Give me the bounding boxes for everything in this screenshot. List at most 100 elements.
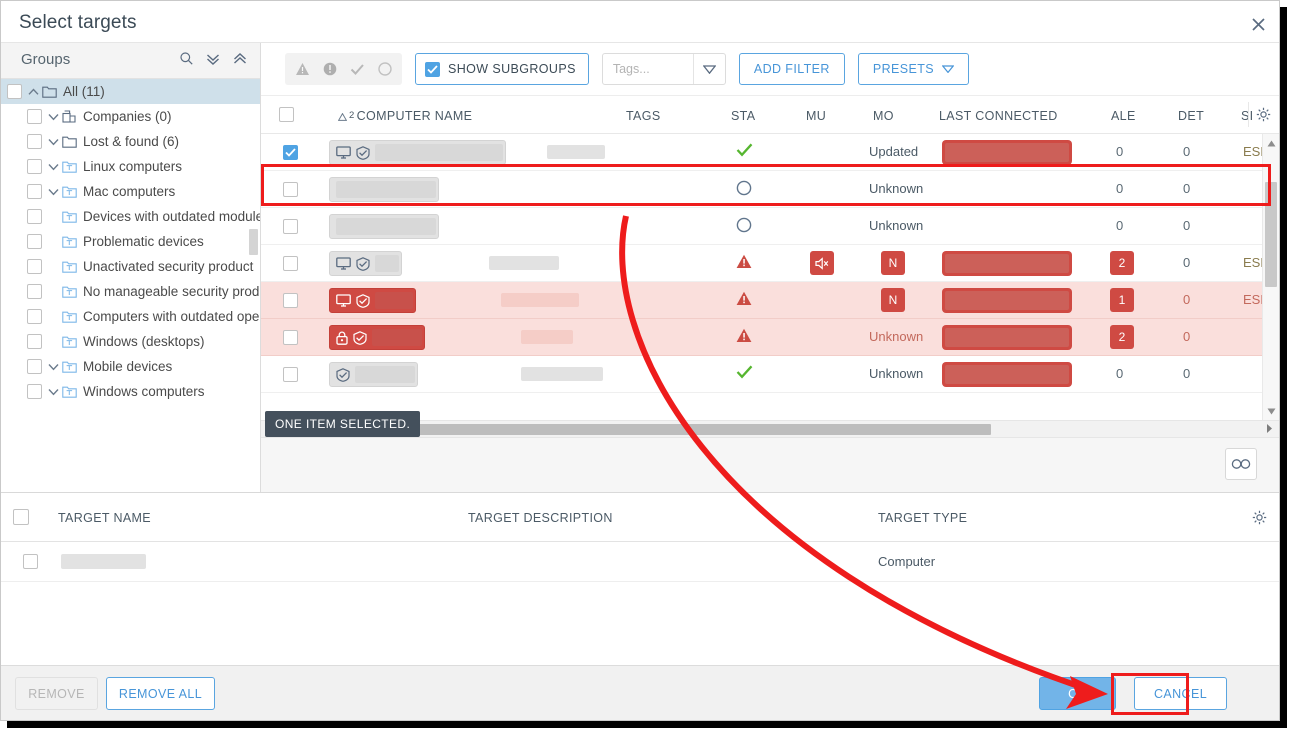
tree-item-checkbox[interactable] xyxy=(27,284,42,299)
targets-column-header[interactable]: TARGET TYPE xyxy=(878,511,967,525)
chevron-down-icon[interactable] xyxy=(46,388,60,396)
targets-row-checkbox[interactable] xyxy=(23,554,38,569)
tags-input[interactable]: Tags... xyxy=(602,53,726,85)
column-header-name[interactable]: 2COMPUTER NAME xyxy=(338,109,472,123)
column-header-status[interactable]: STA xyxy=(731,109,755,123)
targets-select-all-checkbox[interactable] xyxy=(13,509,29,525)
show-subgroups-toggle[interactable]: SHOW SUBGROUPS xyxy=(415,53,589,85)
sidebar-item-unactivated-security-product[interactable]: Unactivated security product xyxy=(1,254,260,279)
sidebar-item-computers-with-outdated-operating[interactable]: Computers with outdated operating xyxy=(1,304,260,329)
chevron-down-icon[interactable] xyxy=(46,363,60,371)
row-checkbox[interactable] xyxy=(283,219,298,234)
chevron-down-icon[interactable] xyxy=(46,188,60,196)
tree-item-checkbox[interactable] xyxy=(27,259,42,274)
redacted-name xyxy=(375,255,399,272)
sidebar-item-problematic-devices[interactable]: Problematic devices xyxy=(1,229,260,254)
column-header-mute[interactable]: MU xyxy=(806,109,826,123)
sidebar-item-linux-computers[interactable]: Linux computers xyxy=(1,154,260,179)
computer-name-cell[interactable] xyxy=(329,325,425,350)
column-header-modules[interactable]: MO xyxy=(873,109,894,123)
sidebar-item-mac-computers[interactable]: Mac computers xyxy=(1,179,260,204)
scroll-right-arrow[interactable] xyxy=(1266,423,1273,434)
sidebar-item-companies-0[interactable]: Companies (0) xyxy=(1,104,260,129)
table-row[interactable]: Unknown00 xyxy=(261,208,1279,245)
gear-icon[interactable] xyxy=(1252,510,1267,525)
presets-button[interactable]: PRESETS xyxy=(858,53,969,85)
close-icon[interactable] xyxy=(1245,11,1271,37)
warning-filter-icon[interactable] xyxy=(295,62,310,76)
cancel-button[interactable]: CANCEL xyxy=(1134,677,1227,710)
tree-item-checkbox[interactable] xyxy=(27,209,42,224)
tree-item-checkbox[interactable] xyxy=(27,159,42,174)
chevron-down-icon[interactable] xyxy=(46,113,60,121)
scroll-down-arrow[interactable] xyxy=(1263,404,1279,418)
gear-icon[interactable] xyxy=(1256,107,1271,122)
column-header-tags[interactable]: TAGS xyxy=(626,109,661,123)
tree-item-checkbox[interactable] xyxy=(27,334,42,349)
select-all-checkbox[interactable] xyxy=(279,107,294,122)
row-checkbox[interactable] xyxy=(283,367,298,382)
scrollbar-thumb[interactable] xyxy=(1265,182,1277,287)
sidebar-item-windows-computers[interactable]: Windows computers xyxy=(1,379,260,404)
sidebar-item-mobile-devices[interactable]: Mobile devices xyxy=(1,354,260,379)
column-header-last_connected[interactable]: LAST CONNECTED xyxy=(939,109,1058,123)
targets-column-header[interactable]: TARGET DESCRIPTION xyxy=(468,511,613,525)
add-filter-button[interactable]: ADD FILTER xyxy=(739,53,845,85)
targets-column-header[interactable]: TARGET NAME xyxy=(58,511,151,525)
ok-filter-icon[interactable] xyxy=(350,63,365,76)
sidebar-item-lost-found-6[interactable]: Lost & found (6) xyxy=(1,129,260,154)
groups-tree[interactable]: All (11)Companies (0)Lost & found (6)Lin… xyxy=(1,79,260,492)
scroll-up-arrow[interactable] xyxy=(1263,136,1279,150)
chevron-down-icon[interactable] xyxy=(46,163,60,171)
computer-name-cell[interactable] xyxy=(329,214,439,239)
sidebar-item-label: Windows computers xyxy=(83,384,205,399)
tree-item-checkbox[interactable] xyxy=(27,309,42,324)
alert-filter-icon[interactable] xyxy=(323,62,337,76)
tree-item-checkbox[interactable] xyxy=(27,109,42,124)
tree-item-checkbox[interactable] xyxy=(27,234,42,249)
sidebar-item-no-manageable-security-product[interactable]: No manageable security product xyxy=(1,279,260,304)
tree-item-checkbox[interactable] xyxy=(27,184,42,199)
row-checkbox[interactable] xyxy=(283,330,298,345)
computer-name-cell[interactable] xyxy=(329,362,418,387)
row-checkbox[interactable] xyxy=(283,256,298,271)
tree-item-checkbox[interactable] xyxy=(7,84,22,99)
row-checkbox[interactable] xyxy=(283,182,298,197)
sort-order-number: 2 xyxy=(349,110,355,121)
tree-item-checkbox[interactable] xyxy=(27,384,42,399)
groups-tree-scrollbar[interactable] xyxy=(249,229,258,255)
infinity-icon[interactable] xyxy=(1225,448,1257,480)
sidebar-item-all-11[interactable]: All (11) xyxy=(1,79,260,104)
row-checkbox[interactable] xyxy=(283,145,298,160)
chevron-down-icon[interactable] xyxy=(46,138,60,146)
table-row[interactable]: Unknown20 xyxy=(261,319,1279,356)
search-icon[interactable] xyxy=(179,51,194,66)
targets-table-row[interactable]: Computer xyxy=(1,542,1279,582)
table-row[interactable]: Unknown00 xyxy=(261,171,1279,208)
table-row[interactable]: N20ESET xyxy=(261,245,1279,282)
tree-item-checkbox[interactable] xyxy=(27,134,42,149)
table-row[interactable]: Unknown00 xyxy=(261,356,1279,393)
tree-item-checkbox[interactable] xyxy=(27,359,42,374)
unknown-filter-icon[interactable] xyxy=(378,62,392,76)
table-row[interactable]: Updated00ESE xyxy=(261,134,1279,171)
computers-vertical-scrollbar[interactable] xyxy=(1262,134,1279,420)
remove-all-button[interactable]: REMOVE ALL xyxy=(106,677,215,710)
column-header-alerts[interactable]: ALE xyxy=(1111,109,1136,123)
row-checkbox[interactable] xyxy=(283,293,298,308)
column-header-detections[interactable]: DET xyxy=(1178,109,1204,123)
ok-button[interactable]: OK xyxy=(1039,677,1116,710)
expand-all-icon[interactable] xyxy=(205,52,221,66)
sidebar-item-devices-with-outdated-modules[interactable]: Devices with outdated modules xyxy=(1,204,260,229)
table-row[interactable]: N10ESET xyxy=(261,282,1279,319)
computer-name-cell[interactable] xyxy=(329,288,416,313)
sidebar-item-label: Mobile devices xyxy=(83,359,172,374)
computer-name-cell[interactable] xyxy=(329,140,506,165)
chevron-down-icon[interactable] xyxy=(693,54,725,84)
collapse-all-icon[interactable] xyxy=(232,52,248,66)
sidebar-item-windows-desktops[interactable]: Windows (desktops) xyxy=(1,329,260,354)
computer-name-cell[interactable] xyxy=(329,251,402,276)
remove-button[interactable]: REMOVE xyxy=(15,677,98,710)
chevron-up-icon[interactable] xyxy=(26,88,40,96)
computer-name-cell[interactable] xyxy=(329,177,439,202)
